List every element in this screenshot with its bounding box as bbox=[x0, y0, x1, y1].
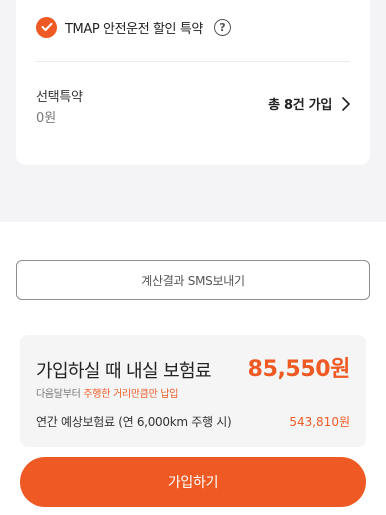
join-button[interactable]: 가입하기 bbox=[20, 457, 366, 507]
payment-note-highlight: 주행한 거리만큼만 납입 bbox=[83, 389, 179, 400]
check-icon[interactable] bbox=[36, 16, 57, 38]
total-options-link[interactable]: 총 8건 가입 bbox=[268, 94, 350, 113]
help-icon[interactable]: ? bbox=[213, 18, 231, 36]
rider-label: TMAP 안전운전 할인 특약 bbox=[65, 21, 203, 37]
send-sms-button[interactable]: 계산결과 SMS보내기 bbox=[16, 260, 370, 300]
divider bbox=[36, 61, 350, 62]
annual-premium-label: 연간 예상보험료 (연 6,000km 주행 시) bbox=[36, 415, 232, 429]
payment-note: 다음달부터 주행한 거리만큼만 납입 bbox=[36, 385, 178, 400]
premium-amount: 85,550원 bbox=[247, 357, 351, 382]
selected-options-title: 선택특약 bbox=[36, 90, 83, 105]
premium-summary: 가입하실 때 내실 보험료 85,550원 다음달부터 주행한 거리만큼만 납입… bbox=[20, 335, 366, 447]
chevron-right-icon bbox=[342, 96, 350, 111]
special-options-card: TMAP 안전운전 할인 특약 ? 선택특약 0원 총 8건 가입 bbox=[16, 0, 370, 165]
selected-options-price: 0원 bbox=[36, 111, 57, 126]
premium-title: 가입하실 때 내실 보험료 bbox=[36, 361, 212, 382]
payment-note-prefix: 다음달부터 bbox=[36, 389, 81, 400]
total-options-label: 총 8건 가입 bbox=[268, 98, 332, 113]
annual-premium-value: 543,810원 bbox=[289, 415, 350, 429]
tmap-rider-row[interactable]: TMAP 안전운전 할인 특약 ? bbox=[36, 16, 231, 38]
